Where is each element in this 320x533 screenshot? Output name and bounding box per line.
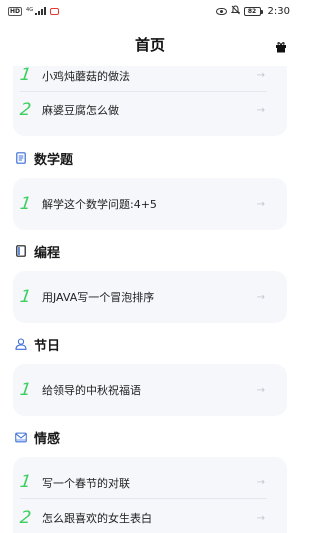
status-bar: HD 4G 82 2:30 [0, 0, 300, 22]
item-text: 写一个春节的对联 [42, 476, 130, 490]
item-number: 1 [18, 66, 33, 85]
item-text: 麻婆豆腐怎么做 [42, 104, 119, 117]
signal-icon [35, 7, 47, 15]
gift-icon[interactable] [275, 38, 287, 53]
item-text: 解学这个数学问题:4+5 [42, 198, 157, 211]
section-title: 数学题 [34, 152, 74, 168]
list-item[interactable]: 1 给领导的中秋祝福语 → [18, 374, 267, 406]
item-number: 2 [18, 99, 33, 120]
arrow-right-icon: → [256, 512, 265, 524]
list-item[interactable]: 1 解学这个数学问题:4+5 → [18, 188, 267, 220]
item-number: 1 [18, 193, 33, 214]
envelope-icon [15, 431, 27, 443]
arrow-right-icon: → [256, 291, 265, 303]
section-title: 情感 [34, 431, 61, 447]
list-item[interactable]: 2 怎么跟喜欢的女生表白 → [18, 502, 267, 533]
section-header-programming: 编程 [15, 241, 60, 261]
section-header-holiday: 节日 [15, 334, 60, 354]
battery-icon: 82 [243, 6, 263, 16]
item-number: 1 [18, 472, 33, 492]
notification-icon [50, 7, 60, 15]
document-icon [15, 152, 27, 164]
item-number: 2 [18, 507, 33, 528]
arrow-right-icon: → [256, 104, 265, 116]
section-header-math: 数学题 [15, 148, 73, 168]
person-icon [15, 338, 27, 350]
item-text: 用JAVA写一个冒泡排序 [42, 291, 155, 304]
item-text: 小鸡炖蘑菇的做法 [42, 69, 130, 83]
list-item[interactable]: 1 小鸡炖蘑菇的做法 → [18, 66, 267, 92]
battery-level: 82 [247, 7, 257, 15]
section-header-emotion: 情感 [15, 427, 60, 447]
list-item[interactable]: 1 写一个春节的对联 → [18, 467, 267, 499]
arrow-right-icon: → [256, 384, 265, 396]
eye-icon [215, 7, 227, 15]
status-time: 2:30 [267, 5, 290, 17]
section-title: 节日 [34, 338, 61, 354]
section-title: 编程 [34, 245, 61, 261]
item-number: 1 [18, 379, 33, 400]
item-number: 1 [18, 286, 33, 307]
list-item[interactable]: 2 麻婆豆腐怎么做 → [18, 94, 267, 126]
hd-badge: HD [8, 6, 23, 16]
arrow-right-icon: → [256, 70, 265, 81]
item-text: 给领导的中秋祝福语 [42, 384, 141, 397]
code-icon [15, 245, 27, 257]
arrow-right-icon: → [256, 198, 265, 210]
network-type: 4G [26, 6, 34, 13]
content-area[interactable]: 1 小鸡炖蘑菇的做法 → 2 麻婆豆腐怎么做 → 数学题 1 解学这个数学问题:… [0, 66, 300, 533]
app-header: 首页 [0, 22, 300, 66]
item-text: 怎么跟喜欢的女生表白 [42, 512, 152, 525]
page-title: 首页 [134, 35, 165, 54]
list-item[interactable]: 1 用JAVA写一个冒泡排序 → [18, 281, 267, 313]
arrow-right-icon: → [256, 477, 265, 488]
bell-muted-icon [230, 4, 240, 18]
